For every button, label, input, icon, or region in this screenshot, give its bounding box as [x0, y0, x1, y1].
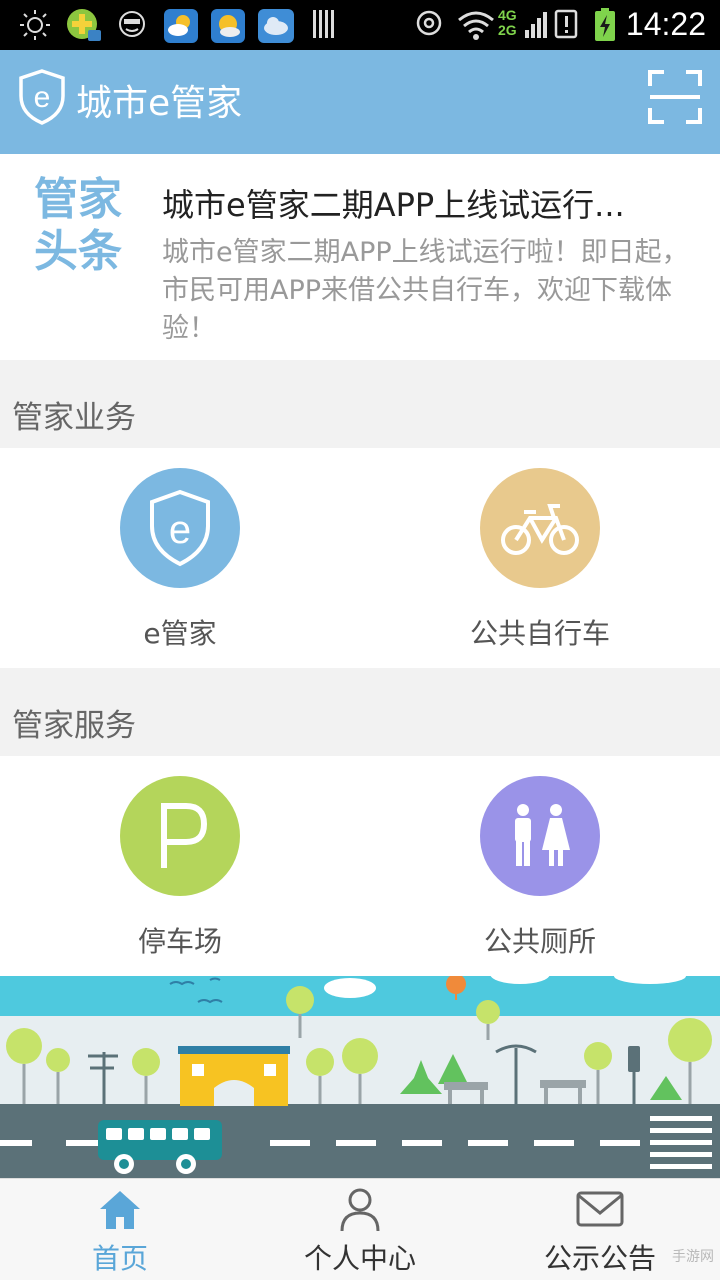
e-manager-circle: e	[120, 468, 240, 588]
parking-circle	[120, 776, 240, 896]
headline-badge: 管家 头条	[34, 174, 134, 278]
public-bicycle-button[interactable]: 公共自行车	[360, 448, 720, 668]
signal-icon	[525, 12, 547, 38]
restroom-icon	[515, 804, 570, 866]
status-bar: 4G 2G 14:22	[0, 0, 720, 50]
barcode-icon	[313, 10, 334, 38]
e-manager-label: e管家	[143, 617, 217, 650]
headline-title[interactable]: 城市e管家二期APP上线试运行...	[162, 180, 692, 226]
shield-e-icon: e	[19, 69, 65, 125]
network-type-label: 4G 2G	[498, 8, 517, 38]
parking-button[interactable]: 停车场	[0, 756, 360, 976]
public-toilet-button[interactable]: 公共厕所	[360, 756, 720, 976]
shield-e-icon: e	[150, 489, 210, 567]
app-notification-icon	[67, 9, 101, 41]
mail-icon	[576, 1191, 624, 1227]
person-icon	[340, 1188, 380, 1232]
network-2g-label: 2G	[498, 22, 517, 38]
watermark: 手游网	[672, 1248, 714, 1264]
home-icon	[100, 1191, 140, 1229]
tab-personal-center-label: 个人中心	[303, 1242, 416, 1275]
scan-frame-icon[interactable]	[648, 70, 702, 124]
headline-body: 城市e管家二期APP上线试运行啦！即日起，市民可用APP来借公共自行车，欢迎下载…	[162, 237, 689, 344]
tab-personal-center[interactable]: 个人中心	[240, 1179, 480, 1280]
network-4g-label: 4G	[498, 7, 517, 23]
headline-card[interactable]: 管家 头条 城市e管家二期APP上线试运行... 城市e管家二期APP上线试运行…	[0, 154, 720, 360]
public-bicycle-label: 公共自行车	[469, 617, 610, 650]
wifi-icon	[458, 11, 494, 40]
app-title: 城市e管家	[76, 83, 243, 124]
tab-home-label: 首页	[91, 1242, 148, 1275]
business-grid: e e管家 公共自行车	[0, 448, 720, 668]
weather-icon	[164, 9, 198, 43]
tab-home[interactable]: 首页	[0, 1179, 240, 1280]
section-title-services: 管家服务	[12, 708, 136, 744]
bottom-tab-bar: 首页 个人中心 公示公告 手游网	[0, 1178, 720, 1280]
city-street-illustration	[0, 976, 720, 1178]
services-grid: 停车场 公共厕所	[0, 756, 720, 976]
city-banner-illustration	[0, 976, 720, 1178]
public-toilet-label: 公共厕所	[483, 925, 596, 958]
bicycle-icon	[501, 504, 579, 555]
section-title-business: 管家业务	[12, 400, 136, 436]
svg-text:e: e	[169, 508, 191, 552]
alert-icon	[554, 9, 578, 39]
battery-charging-icon	[595, 8, 615, 41]
app-header: e 城市e管家	[0, 50, 720, 154]
parking-icon	[161, 803, 208, 868]
clock: 14:22	[625, 6, 706, 42]
weather-icon	[211, 9, 245, 43]
svg-text:e: e	[34, 81, 51, 114]
public-bicycle-circle	[480, 468, 600, 588]
parking-label: 停车场	[137, 925, 222, 958]
cloud-icon	[258, 9, 294, 43]
location-icon	[416, 10, 442, 36]
e-manager-button[interactable]: e e管家	[0, 448, 360, 668]
public-toilet-circle	[480, 776, 600, 896]
headline-badge-line1: 管家	[34, 174, 122, 225]
face-icon	[119, 11, 145, 37]
headline-badge-line2: 头条	[34, 226, 122, 277]
brightness-icon	[20, 10, 50, 40]
